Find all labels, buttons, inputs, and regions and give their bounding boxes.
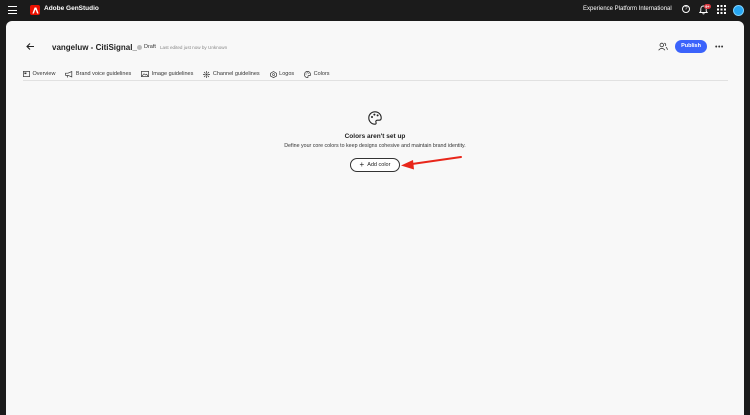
annotation-arrow: [401, 156, 462, 170]
